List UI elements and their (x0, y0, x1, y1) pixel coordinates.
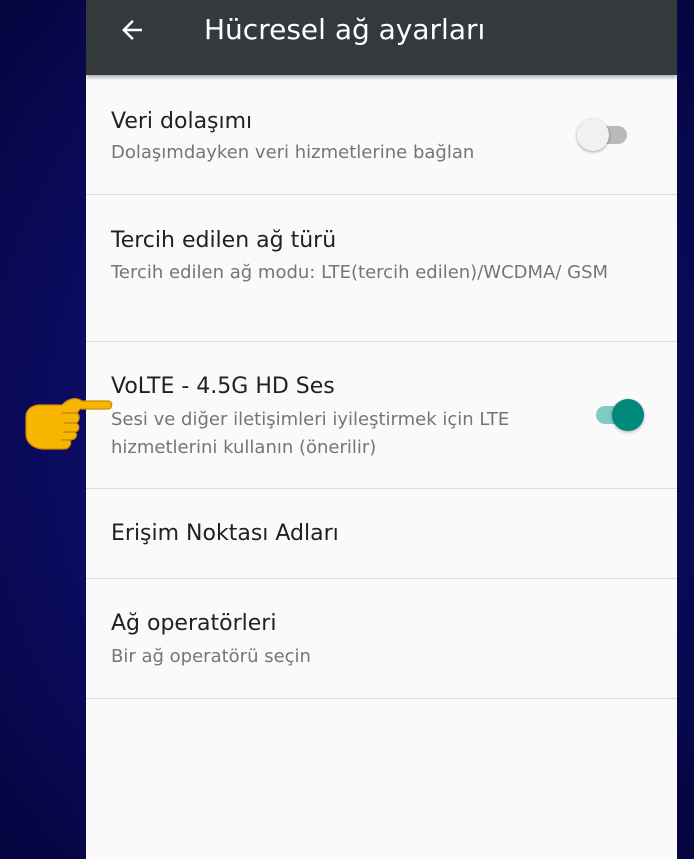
setting-title: Tercih edilen ağ türü (111, 228, 337, 253)
back-button[interactable] (114, 12, 150, 48)
setting-title: Veri dolaşımı (111, 109, 253, 134)
data-roaming-switch[interactable] (575, 115, 631, 155)
setting-summary: Dolaşımdayken veri hizmetlerine bağlan (111, 142, 475, 163)
setting-title: Erişim Noktası Adları (111, 521, 339, 546)
switch-thumb (577, 119, 609, 151)
setting-data-roaming[interactable]: Veri dolaşımı Dolaşımdayken veri hizmetl… (86, 75, 677, 195)
switch-thumb (612, 399, 644, 431)
pointing-hand-icon (25, 398, 113, 450)
setting-volte[interactable]: VoLTE - 4.5G HD Ses Sesi ve diğer iletiş… (86, 342, 677, 489)
setting-preferred-network-type[interactable]: Tercih edilen ağ türü Tercih edilen ağ m… (86, 195, 677, 342)
setting-access-point-names[interactable]: Erişim Noktası Adları (86, 489, 677, 579)
setting-network-operators[interactable]: Ağ operatörleri Bir ağ operatörü seçin (86, 579, 677, 699)
setting-summary: Tercih edilen ağ modu: LTE(tercih edilen… (111, 262, 609, 283)
volte-switch[interactable] (588, 395, 644, 435)
arrow-back-icon (122, 20, 142, 40)
setting-title: Ağ operatörleri (111, 611, 277, 636)
setting-summary: Bir ağ operatörü seçin (111, 646, 311, 667)
page-title: Hücresel ağ ayarları (204, 13, 486, 46)
app-bar: Hücresel ağ ayarları (86, 0, 677, 75)
setting-summary: Sesi ve diğer iletişimleri iyileştirmek … (111, 409, 510, 458)
phone-screen: Hücresel ağ ayarları Veri dolaşımı Dolaş… (86, 0, 677, 859)
setting-title: VoLTE - 4.5G HD Ses (111, 374, 335, 399)
